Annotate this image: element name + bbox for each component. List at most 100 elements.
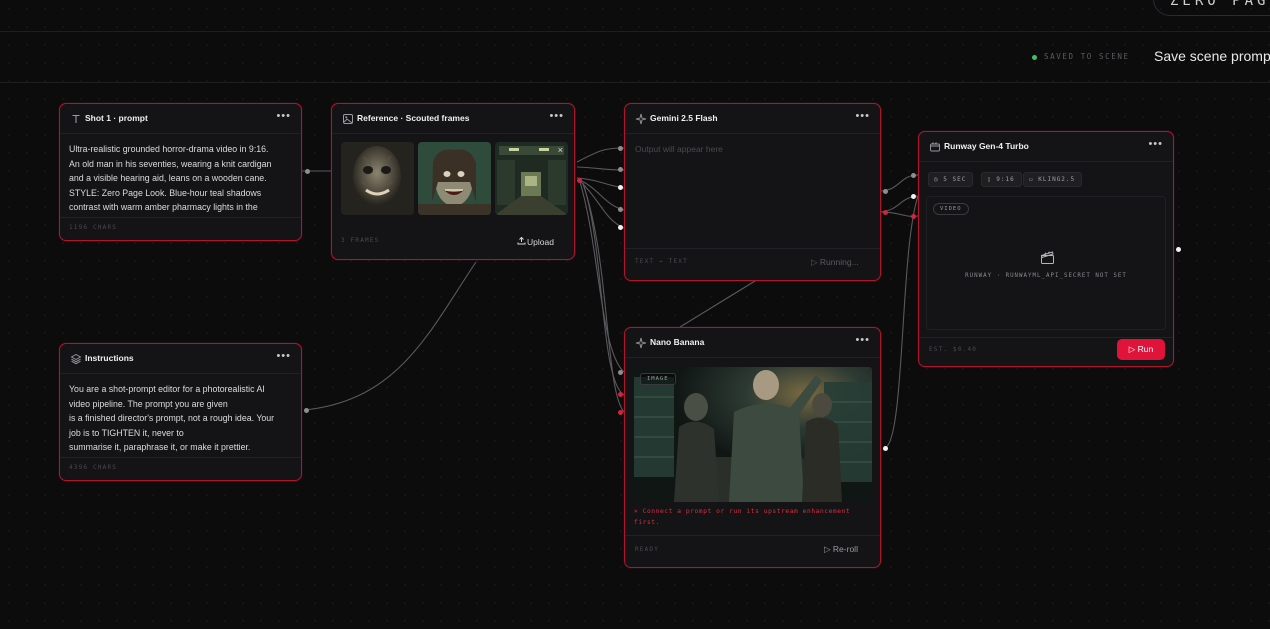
node-title: Runway Gen-4 Turbo xyxy=(944,141,1029,151)
gemini-input-handle[interactable] xyxy=(618,167,623,172)
model-chip[interactable]: ▭ KLING2.5 xyxy=(1023,172,1083,187)
runway-output-handle[interactable] xyxy=(1176,247,1181,252)
gemini-input-handle[interactable] xyxy=(618,207,623,212)
play-icon: ▷ xyxy=(1128,344,1136,354)
cost-estimate: EST. $0.40 xyxy=(929,346,978,353)
reference-node[interactable]: Reference · Scouted frames ••• × 3 FRAME… xyxy=(331,103,575,260)
node-menu-button[interactable]: ••• xyxy=(855,334,870,346)
generated-image[interactable]: IMAGE xyxy=(634,367,872,502)
gemini-output-handle[interactable] xyxy=(883,189,888,194)
gemini-node[interactable]: Gemini 2.5 Flash ••• Output will appear … xyxy=(624,103,881,281)
clapperboard-icon xyxy=(1040,250,1055,270)
sparkle-icon xyxy=(635,337,647,349)
shot-prompt-node[interactable]: Shot 1 · prompt ••• Ultra-realistic grou… xyxy=(59,103,302,241)
wire-gemini-to-nano xyxy=(679,280,756,328)
shot-prompt-text[interactable]: Ultra-realistic grounded horror-drama vi… xyxy=(69,142,297,215)
reference-frame-2[interactable] xyxy=(418,142,491,215)
wire-instructions-to-reference xyxy=(304,261,477,411)
gemini-input-handle[interactable] xyxy=(618,225,623,230)
node-menu-button[interactable]: ••• xyxy=(1148,138,1163,150)
model-io-type: TEXT → TEXT xyxy=(635,258,688,265)
shot-prompt-node-header[interactable]: Shot 1 · prompt ••• xyxy=(60,104,301,134)
clock-icon: ◷ xyxy=(934,176,939,183)
text-line: contrast with warm amber pharmacy lights… xyxy=(69,202,258,213)
node-title: Nano Banana xyxy=(650,337,705,347)
char-count: 1196 CHARS xyxy=(69,224,118,231)
reference-frame-3[interactable]: × xyxy=(495,142,568,215)
remove-frame-button[interactable]: × xyxy=(558,145,563,155)
instructions-node[interactable]: Instructions ••• You are a shot-prompt e… xyxy=(59,343,302,481)
text-line: An old man in his seventies, wearing a k… xyxy=(69,158,272,169)
api-key-warning: RUNWAY · RUNWAYML_API_SECRET NOT SET xyxy=(965,273,1127,279)
image-grid-icon xyxy=(342,113,354,125)
output-placeholder: Output will appear here xyxy=(635,144,723,154)
duration-chip[interactable]: ◷ 5 SEC xyxy=(928,172,974,187)
upload-label: Upload xyxy=(527,237,554,247)
reference-output-handle[interactable] xyxy=(577,178,582,183)
node-menu-button[interactable]: ••• xyxy=(855,110,870,122)
frame-count: 3 FRAMES xyxy=(341,237,380,244)
instructions-node-header[interactable]: Instructions ••• xyxy=(60,344,301,374)
nano-banana-node-header[interactable]: Nano Banana ••• xyxy=(625,328,880,358)
film-icon xyxy=(929,141,941,153)
node-title: Shot 1 · prompt xyxy=(85,113,148,123)
runway-node[interactable]: Runway Gen-4 Turbo ••• ◷ 5 SEC ▯ 9:16 ▭ … xyxy=(918,131,1174,367)
nano-input-handle[interactable] xyxy=(618,370,623,375)
gemini-node-header[interactable]: Gemini 2.5 Flash ••• xyxy=(625,104,880,134)
text-line: summarise it, paraphrase it, or make it … xyxy=(69,442,251,453)
running-label: Running... xyxy=(819,257,859,267)
image-type-badge: IMAGE xyxy=(640,373,676,385)
play-icon: ▷ xyxy=(824,544,831,554)
text-line: You are a shot-prompt editor for a photo… xyxy=(69,384,265,394)
aspect-ratio-chip[interactable]: ▯ 9:16 xyxy=(981,172,1022,187)
instructions-output-handle[interactable] xyxy=(304,408,309,413)
text-line: is a finished director's prompt, not a r… xyxy=(69,413,275,424)
footer-divider xyxy=(919,337,1173,338)
chip-label: 9:16 xyxy=(996,176,1015,183)
node-title: Instructions xyxy=(85,353,134,363)
upload-button[interactable]: Upload xyxy=(517,236,554,247)
text-line: video pipeline. The prompt you are given xyxy=(69,398,228,409)
text-icon xyxy=(70,113,82,125)
runway-input-handle[interactable] xyxy=(911,194,916,199)
reroll-button[interactable]: ▷ Re-roll xyxy=(824,544,858,555)
node-menu-button[interactable]: ••• xyxy=(276,110,291,122)
nano-output-handle[interactable] xyxy=(883,446,888,451)
run-button[interactable]: ▷ Run xyxy=(1117,339,1165,360)
reference-node-header[interactable]: Reference · Scouted frames ••• xyxy=(332,104,574,134)
text-line: and a visible hearing aid, leans on a wo… xyxy=(69,173,267,184)
nano-input-handle[interactable] xyxy=(618,392,623,397)
node-menu-button[interactable]: ••• xyxy=(549,110,564,122)
nano-input-handle[interactable] xyxy=(618,410,623,415)
running-status: ▷ Running... xyxy=(811,257,859,268)
runway-input-handle[interactable] xyxy=(911,173,916,178)
gemini-input-handle[interactable] xyxy=(618,185,623,190)
video-preview-panel: RUNWAY · RUNWAYML_API_SECRET NOT SET xyxy=(926,196,1166,330)
gemini-input-handle[interactable] xyxy=(618,146,623,151)
nano-banana-node[interactable]: Nano Banana ••• IMAGE × Connect a prompt… xyxy=(624,327,881,568)
footer-divider xyxy=(625,248,880,249)
chip-label: KLING2.5 xyxy=(1038,176,1076,183)
text-line: job is to TIGHTEN it, never to xyxy=(69,427,184,438)
upload-icon xyxy=(517,236,527,247)
char-count: 4396 CHARS xyxy=(69,464,118,471)
node-title: Gemini 2.5 Flash xyxy=(650,113,718,123)
runway-node-header[interactable]: Runway Gen-4 Turbo ••• xyxy=(919,132,1173,162)
error-line: × Connect a prompt or run its upstream e… xyxy=(634,508,851,515)
run-label: Run xyxy=(1137,344,1154,354)
phone-icon: ▯ xyxy=(987,176,992,183)
reference-frame-1[interactable] xyxy=(341,142,414,215)
wire-reference-to-nano-c xyxy=(582,183,625,413)
gemini-output-handle[interactable] xyxy=(883,210,888,215)
reroll-label: Re-roll xyxy=(832,544,858,554)
instructions-text[interactable]: You are a shot-prompt editor for a photo… xyxy=(69,382,297,455)
error-line: first. xyxy=(634,518,660,526)
shot-output-handle[interactable] xyxy=(305,169,310,174)
node-status: READY xyxy=(635,546,660,553)
footer-divider xyxy=(60,217,301,218)
node-menu-button[interactable]: ••• xyxy=(276,350,291,362)
runway-input-handle[interactable] xyxy=(911,214,916,219)
layers-icon xyxy=(70,353,82,365)
wire-reference-to-gemini-a xyxy=(576,147,625,163)
chip-label: 5 SEC xyxy=(943,176,967,183)
